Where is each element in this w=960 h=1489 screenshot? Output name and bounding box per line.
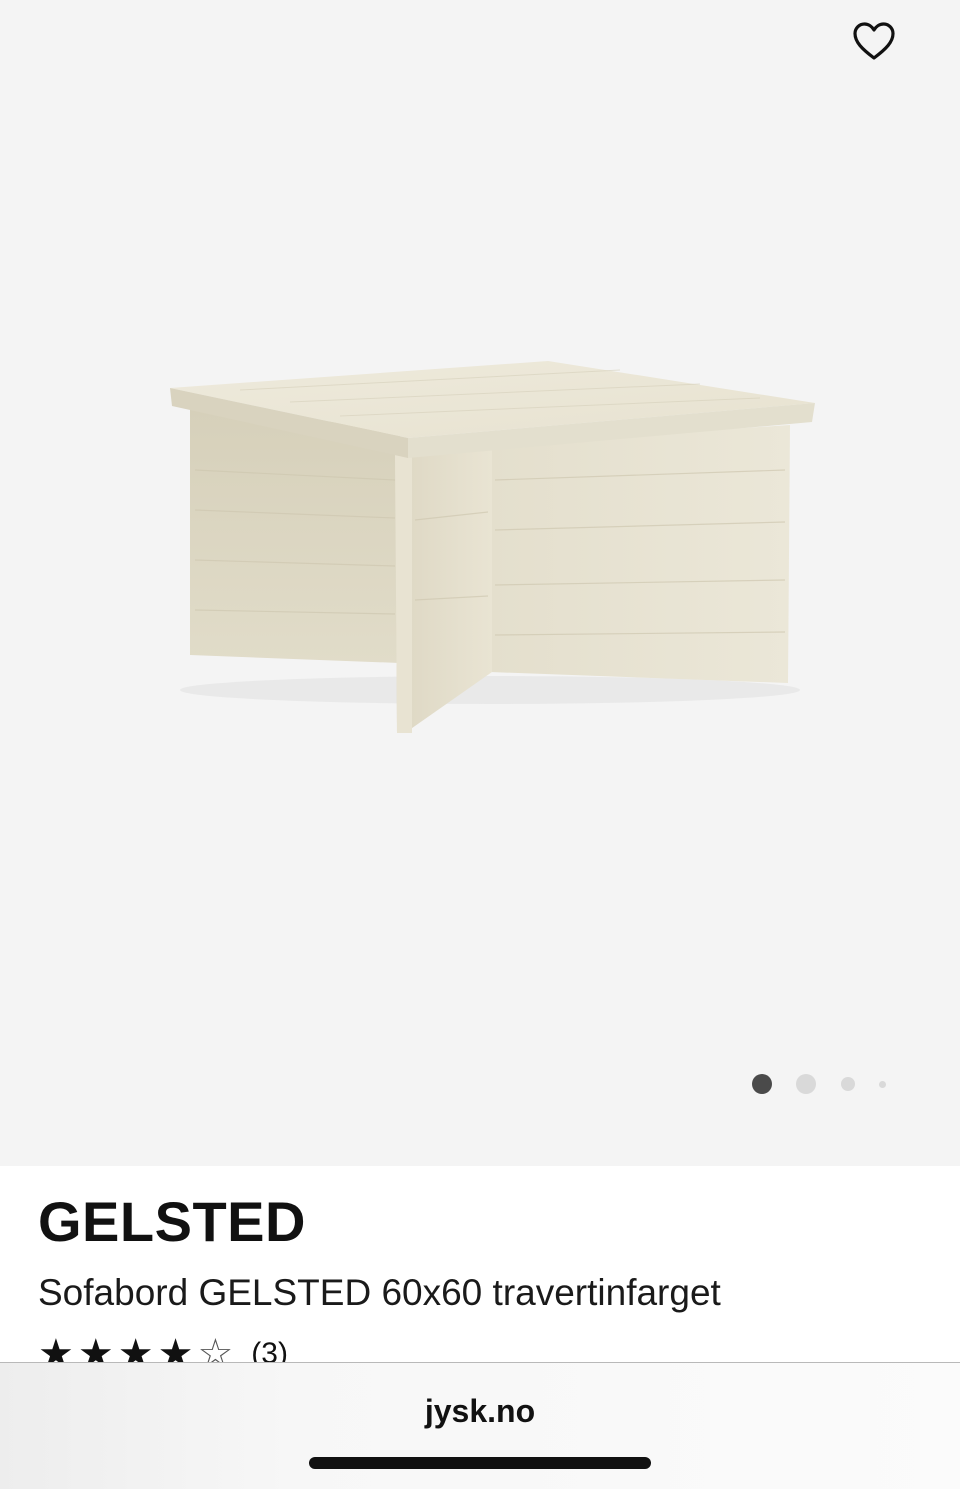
pagination-dot-active[interactable] [752, 1074, 772, 1094]
product-info: GELSTED Sofabord GELSTED 60x60 travertin… [0, 1166, 960, 1363]
product-image-gallery[interactable] [0, 0, 960, 1166]
gallery-pagination[interactable] [748, 1072, 898, 1096]
product-rating[interactable]: ★ ★ ★ ★ ☆ (3) [38, 1334, 288, 1363]
product-page: GELSTED Sofabord GELSTED 60x60 travertin… [0, 0, 960, 1489]
pagination-dot[interactable] [796, 1074, 816, 1094]
product-title: Sofabord GELSTED 60x60 travertinfarget [38, 1272, 721, 1313]
star-filled-icon: ★ [117, 1332, 154, 1363]
pagination-dot[interactable] [841, 1077, 855, 1091]
product-image-coffee-table [170, 361, 815, 733]
star-filled-icon: ★ [157, 1332, 194, 1363]
pagination-dot[interactable] [879, 1081, 886, 1088]
home-indicator[interactable] [309, 1457, 651, 1469]
favorite-button[interactable] [846, 14, 902, 68]
star-empty-icon: ☆ [197, 1332, 234, 1363]
star-filled-icon: ★ [77, 1332, 114, 1363]
star-filled-icon: ★ [38, 1332, 74, 1363]
review-count[interactable]: (3) [251, 1337, 288, 1363]
heart-outline-icon [853, 22, 895, 60]
product-brand: GELSTED [38, 1190, 306, 1253]
url-label[interactable]: jysk.no [0, 1393, 960, 1430]
browser-address-bar[interactable]: jysk.no [0, 1362, 960, 1489]
